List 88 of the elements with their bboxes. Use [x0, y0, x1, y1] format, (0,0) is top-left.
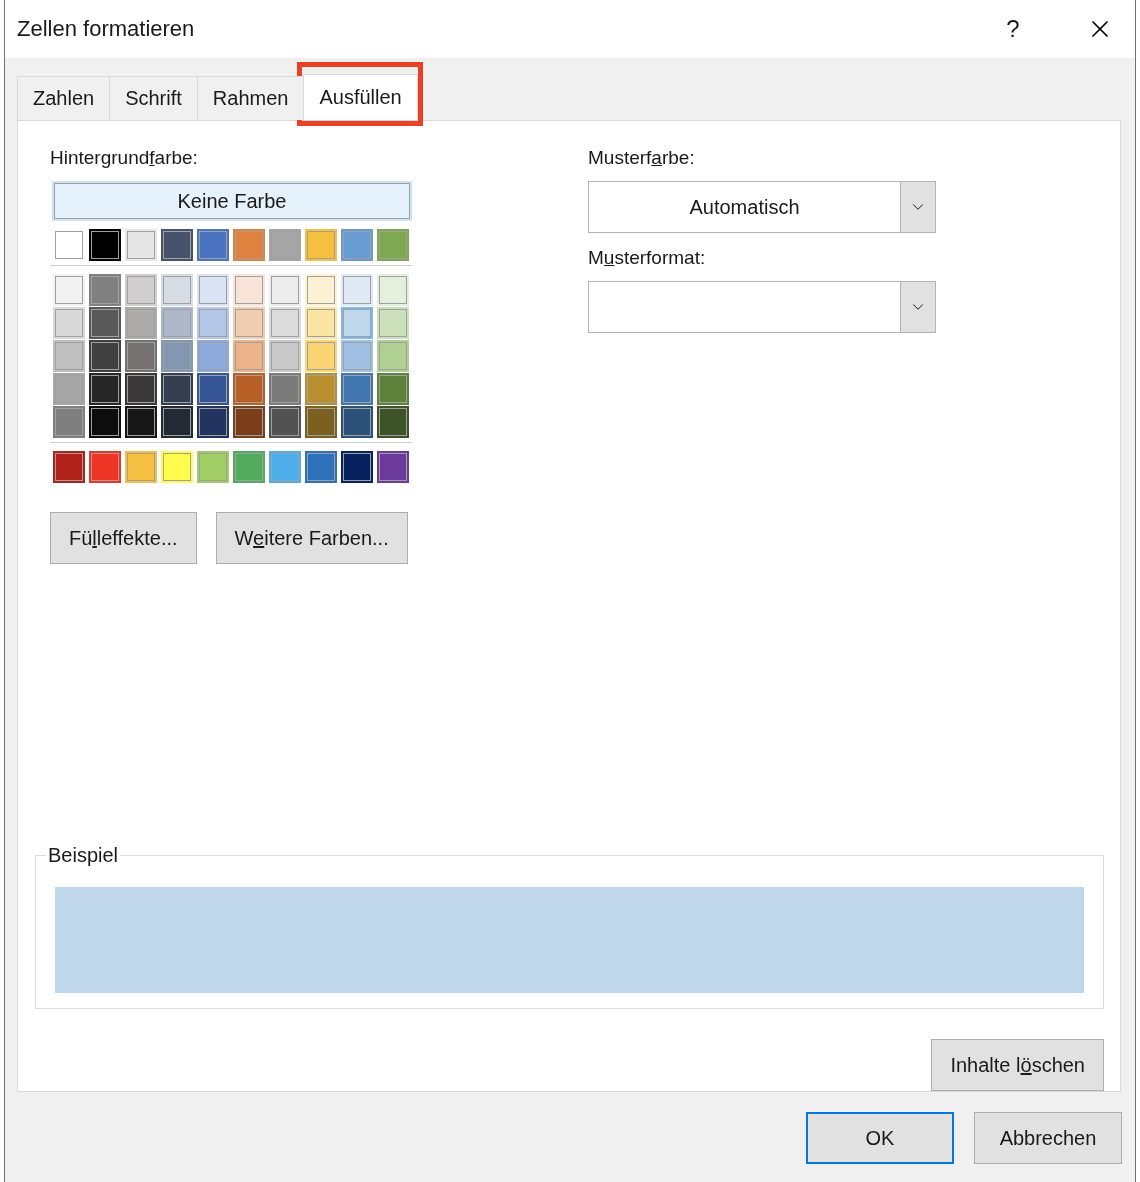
color-swatch[interactable]: [233, 406, 265, 438]
color-swatch[interactable]: [125, 340, 157, 372]
color-swatch[interactable]: [233, 274, 265, 306]
color-swatch[interactable]: [377, 340, 409, 372]
color-swatch[interactable]: [341, 307, 373, 339]
color-swatch[interactable]: [53, 340, 85, 372]
color-swatch[interactable]: [269, 340, 301, 372]
color-swatch[interactable]: [125, 307, 157, 339]
dialog-button[interactable]: Abbrechen: [974, 1112, 1122, 1164]
dialog-button[interactable]: Weitere Farben...: [215, 512, 408, 564]
color-swatch[interactable]: [161, 451, 193, 483]
color-swatch[interactable]: [161, 229, 193, 261]
color-swatch[interactable]: [269, 373, 301, 405]
color-swatch[interactable]: [197, 406, 229, 438]
color-swatch[interactable]: [341, 229, 373, 261]
field-label: Musterfarbe:: [588, 147, 696, 169]
color-swatch[interactable]: [341, 373, 373, 405]
color-swatch[interactable]: [161, 406, 193, 438]
color-swatch[interactable]: [125, 406, 157, 438]
dialog-button[interactable]: Fülleffekte...: [50, 512, 197, 564]
color-swatch[interactable]: [269, 406, 301, 438]
color-swatch[interactable]: [197, 229, 229, 261]
dropdown-button[interactable]: [900, 182, 935, 232]
color-swatch[interactable]: [233, 340, 265, 372]
color-swatch[interactable]: [305, 307, 337, 339]
color-swatch[interactable]: [161, 274, 193, 306]
color-swatch[interactable]: [233, 229, 265, 261]
color-swatch[interactable]: [377, 229, 409, 261]
color-swatch[interactable]: [197, 373, 229, 405]
color-swatch[interactable]: [197, 274, 229, 306]
color-swatch[interactable]: [125, 451, 157, 483]
color-swatch[interactable]: [125, 274, 157, 306]
color-swatch[interactable]: [341, 340, 373, 372]
color-swatch[interactable]: [125, 229, 157, 261]
color-swatch[interactable]: [269, 229, 301, 261]
color-swatch[interactable]: [377, 406, 409, 438]
color-swatch[interactable]: [197, 307, 229, 339]
pattern-style-dropdown[interactable]: [588, 281, 936, 333]
color-swatch[interactable]: [305, 274, 337, 306]
color-swatch[interactable]: [53, 307, 85, 339]
color-swatch[interactable]: [161, 373, 193, 405]
color-swatch[interactable]: [233, 373, 265, 405]
color-swatch[interactable]: [125, 373, 157, 405]
color-swatch[interactable]: [305, 406, 337, 438]
color-swatch[interactable]: [89, 307, 121, 339]
color-swatch[interactable]: [53, 274, 85, 306]
color-swatch[interactable]: [233, 451, 265, 483]
color-swatch[interactable]: [269, 307, 301, 339]
tab[interactable]: Rahmen: [196, 76, 305, 120]
color-swatch[interactable]: [89, 274, 121, 306]
color-swatch[interactable]: [269, 274, 301, 306]
color-swatch[interactable]: [305, 340, 337, 372]
color-swatch[interactable]: [89, 340, 121, 372]
color-swatch[interactable]: [377, 373, 409, 405]
help-button[interactable]: ?: [993, 14, 1033, 44]
color-swatch[interactable]: [233, 307, 265, 339]
color-swatch[interactable]: [53, 373, 85, 405]
color-swatch[interactable]: [89, 373, 121, 405]
window-title: Zellen formatieren: [17, 16, 196, 42]
field-label: Hintergrundfarbe:: [50, 147, 199, 169]
color-swatch[interactable]: [53, 229, 85, 261]
color-swatch[interactable]: [269, 451, 301, 483]
field-label: Musterformat:: [588, 247, 707, 269]
pattern-color-dropdown[interactable]: Automatisch: [588, 181, 936, 233]
color-swatch[interactable]: [161, 340, 193, 372]
color-swatch[interactable]: [341, 406, 373, 438]
color-swatch[interactable]: [341, 274, 373, 306]
color-swatch[interactable]: [305, 373, 337, 405]
color-swatch[interactable]: [197, 451, 229, 483]
color-swatch[interactable]: [161, 307, 193, 339]
color-swatch[interactable]: [377, 451, 409, 483]
clear-button[interactable]: Inhalte löschen: [931, 1039, 1104, 1091]
color-swatch[interactable]: [377, 274, 409, 306]
no-color-button[interactable]: Keine Farbe: [54, 183, 410, 219]
color-swatch[interactable]: [89, 451, 121, 483]
color-swatch[interactable]: [341, 451, 373, 483]
dialog-button[interactable]: OK: [806, 1112, 954, 1164]
color-swatch[interactable]: [305, 229, 337, 261]
color-swatch[interactable]: [53, 451, 85, 483]
color-swatch[interactable]: [305, 451, 337, 483]
color-swatch[interactable]: [197, 340, 229, 372]
color-swatch[interactable]: [53, 406, 85, 438]
color-swatch[interactable]: [377, 307, 409, 339]
color-swatch[interactable]: [89, 406, 121, 438]
color-swatch[interactable]: [89, 229, 121, 261]
tab[interactable]: Zahlen: [17, 76, 111, 120]
tab[interactable]: Ausfüllen: [303, 74, 418, 120]
dropdown-button[interactable]: [900, 282, 935, 332]
